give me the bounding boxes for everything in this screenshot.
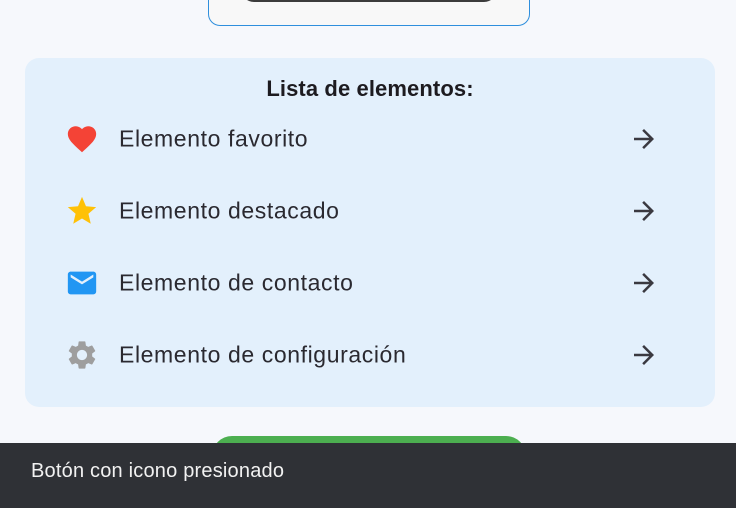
star-icon (65, 194, 99, 228)
top-card-inner-button[interactable] (241, 0, 497, 2)
snackbar-message: Botón con icono presionado (31, 460, 285, 482)
list-item-label: Elemento favorito (119, 125, 309, 152)
element-list-card: Lista de elementos: Elemento favorito El… (25, 58, 715, 407)
snackbar: Botón con icono presionado (0, 443, 736, 508)
list-title: Lista de elementos: (266, 76, 474, 101)
arrow-forward-icon (629, 124, 659, 154)
gear-icon (65, 338, 99, 372)
list-item-contact[interactable]: Elemento de contacto (25, 255, 715, 311)
list-item-settings[interactable]: Elemento de configuración (25, 327, 715, 383)
list-item-favorite[interactable]: Elemento favorito (25, 111, 715, 167)
arrow-forward-icon (629, 196, 659, 226)
email-icon (65, 266, 99, 300)
heart-icon (65, 122, 99, 156)
arrow-forward-icon (629, 268, 659, 298)
list-item-label: Elemento destacado (119, 197, 340, 224)
arrow-forward-icon (629, 340, 659, 370)
top-card (208, 0, 530, 26)
list-item-label: Elemento de contacto (119, 269, 354, 296)
list-item-featured[interactable]: Elemento destacado (25, 183, 715, 239)
list-item-label: Elemento de configuración (119, 341, 407, 368)
